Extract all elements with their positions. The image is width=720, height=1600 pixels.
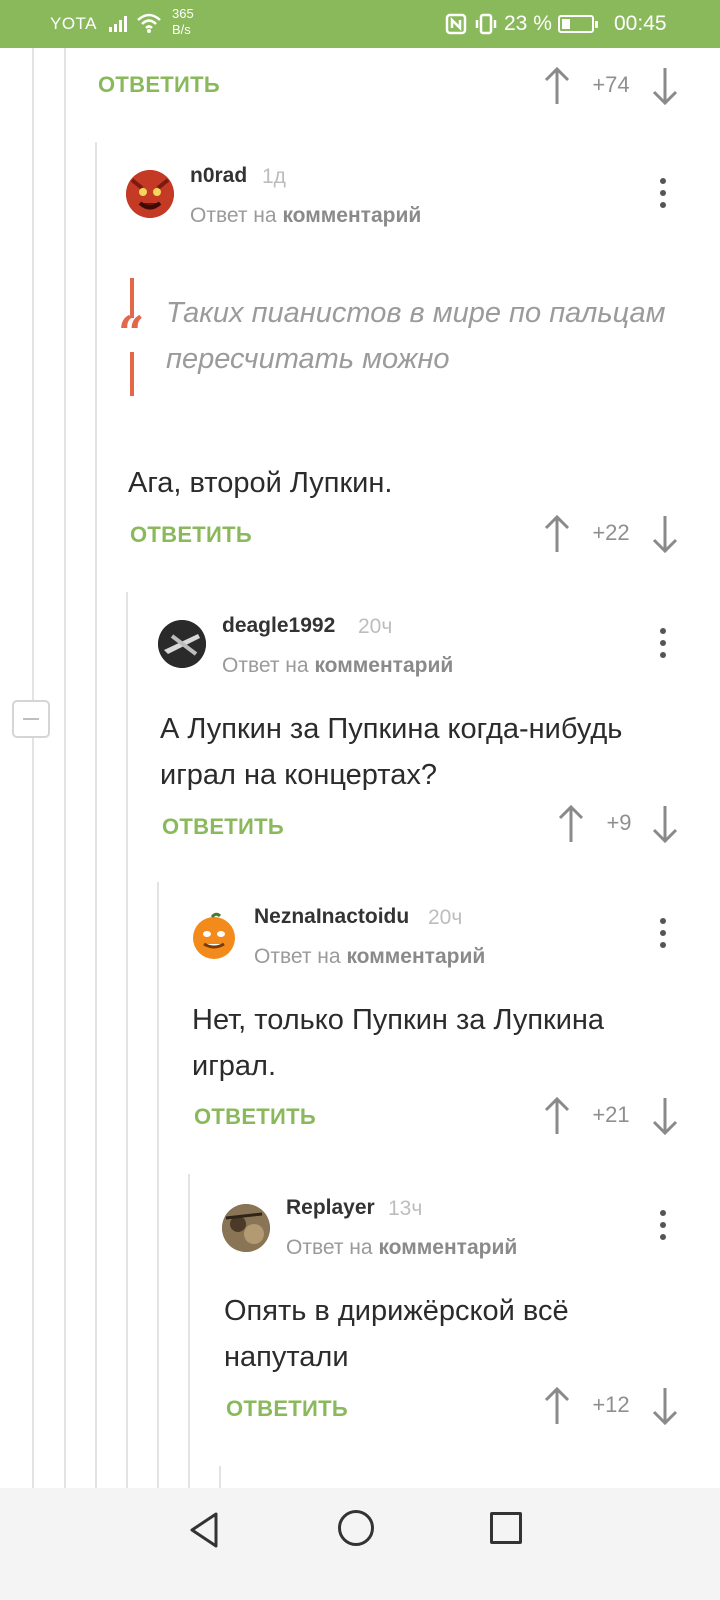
comment-time: 13ч — [388, 1197, 423, 1220]
vote-controls: +74 — [544, 66, 684, 106]
avatar[interactable] — [126, 170, 174, 218]
more-options-icon[interactable] — [658, 628, 668, 660]
reply-to-comment-link[interactable]: комментарий — [314, 654, 453, 677]
comment-text: Нет, только Пупкин за Лупкина играл. — [192, 1004, 605, 1082]
comment-score: +22 — [592, 520, 630, 545]
carrier-name: YOTA — [50, 14, 98, 33]
vote-controls: +22 — [544, 514, 684, 554]
recents-square-icon[interactable] — [490, 1512, 522, 1544]
status-bar: YOTA 365 B/s 23 % 00:45 — [0, 0, 720, 48]
upvote-arrow-icon[interactable] — [544, 1096, 570, 1136]
thread-line — [32, 48, 34, 700]
network-speed: 365 B/s — [172, 6, 194, 37]
reply-button[interactable]: ОТВЕТИТЬ — [98, 72, 220, 98]
comment-username[interactable]: NeznaInactoidu — [254, 905, 409, 929]
reply-to-comment-link[interactable]: комментарий — [282, 204, 421, 227]
clock: 00:45 — [614, 12, 667, 35]
system-nav-bar — [0, 1488, 720, 1600]
more-options-icon[interactable] — [658, 178, 668, 210]
thread-line — [126, 592, 128, 1488]
home-circle-icon[interactable] — [338, 1510, 374, 1546]
downvote-arrow-icon[interactable] — [652, 804, 678, 844]
back-triangle-icon[interactable] — [186, 1510, 222, 1550]
demon-avatar-icon — [126, 170, 174, 218]
reply-button[interactable]: ОТВЕТИТЬ — [130, 522, 252, 548]
comment-text: А Лупкин за Пупкина когда-нибудь играл н… — [160, 713, 623, 791]
upvote-arrow-icon[interactable] — [544, 1386, 570, 1426]
quote-bar — [130, 352, 134, 396]
vote-controls: +9 — [558, 804, 684, 844]
gun-avatar-icon — [158, 620, 206, 668]
thread-line — [64, 48, 66, 1488]
upvote-arrow-icon[interactable] — [544, 66, 570, 106]
comment-time: 1д — [262, 165, 286, 188]
reply-button[interactable]: ОТВЕТИТЬ — [162, 814, 284, 840]
comment-text: Опять в дирижёрской всё напутали — [224, 1295, 569, 1373]
nfc-icon — [445, 13, 467, 35]
quote-block: “ Таких пианистов в мире по пальцам пере… — [118, 278, 690, 396]
quote-text: Таких пианистов в мире по пальцам пересч… — [166, 297, 666, 375]
comment-score: +12 — [592, 1392, 630, 1417]
thread-line — [157, 882, 159, 1488]
vote-controls: +12 — [544, 1386, 684, 1426]
reply-to-comment-link[interactable]: комментарий — [346, 945, 485, 968]
comment-text: Ага, второй Лупкин. — [128, 467, 393, 499]
comment-score: +74 — [592, 72, 630, 97]
avatar[interactable] — [158, 620, 206, 668]
comment-time: 20ч — [428, 906, 463, 929]
battery-percent: 23 % — [504, 12, 552, 35]
quote-mark-icon: “ — [118, 306, 145, 360]
thread-line — [188, 1174, 190, 1488]
comment-time: 20ч — [358, 615, 393, 638]
avatar[interactable] — [190, 912, 238, 960]
comment-username[interactable]: deagle1992 — [222, 614, 335, 638]
thread-line — [95, 142, 97, 1488]
comment-username[interactable]: n0rad — [190, 164, 247, 188]
more-options-icon[interactable] — [658, 918, 668, 950]
comment-score: +21 — [592, 1102, 630, 1127]
comment-score: +9 — [606, 810, 632, 835]
reply-to-line: Ответ на комментарий — [286, 1236, 518, 1259]
reply-to-line: Ответ на комментарий — [254, 945, 486, 968]
reply-button[interactable]: ОТВЕТИТЬ — [194, 1104, 316, 1130]
reply-button[interactable]: ОТВЕТИТЬ — [226, 1396, 348, 1422]
thread-line — [219, 1466, 221, 1488]
downvote-arrow-icon[interactable] — [652, 1096, 678, 1136]
vibrate-icon — [475, 13, 497, 35]
orange-avatar-icon — [193, 912, 235, 959]
more-options-icon[interactable] — [658, 1210, 668, 1242]
comment-username[interactable]: Replayer — [286, 1196, 375, 1220]
vote-controls: +21 — [544, 1096, 684, 1136]
downvote-arrow-icon[interactable] — [652, 66, 678, 106]
downvote-arrow-icon[interactable] — [652, 514, 678, 554]
downvote-arrow-icon[interactable] — [652, 1386, 678, 1426]
signal-icon — [109, 16, 127, 32]
upvote-arrow-icon[interactable] — [558, 804, 584, 844]
thread-line — [32, 738, 34, 1488]
avatar[interactable] — [222, 1204, 270, 1252]
battery-icon — [558, 15, 598, 33]
reply-to-comment-link[interactable]: комментарий — [378, 1236, 517, 1259]
upvote-arrow-icon[interactable] — [544, 514, 570, 554]
reply-to-line: Ответ на комментарий — [222, 654, 454, 677]
reply-to-line: Ответ на комментарий — [190, 204, 422, 227]
user-photo-avatar-icon — [222, 1204, 270, 1252]
wifi-icon — [137, 13, 161, 33]
collapse-thread-button[interactable] — [12, 700, 50, 738]
